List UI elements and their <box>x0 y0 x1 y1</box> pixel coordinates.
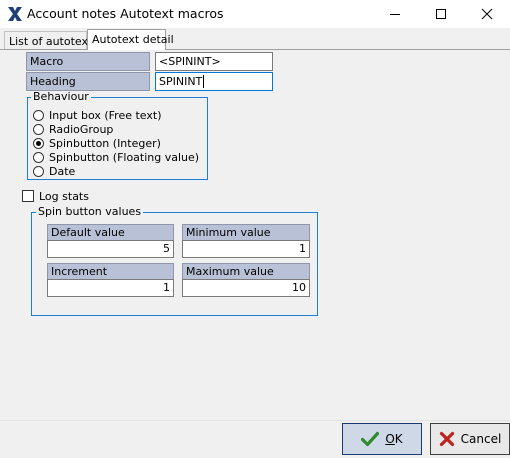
ok-accelerator: O <box>385 432 395 446</box>
increment-label: Increment <box>47 263 174 280</box>
minimum-value-field[interactable]: 1 <box>182 240 310 258</box>
radio-label: RadioGroup <box>49 123 114 136</box>
window-title: Account notes Autotext macros <box>27 6 224 21</box>
ok-label: OK <box>385 432 402 446</box>
behaviour-group-title: Behaviour <box>31 90 91 103</box>
minimize-icon <box>390 14 400 15</box>
maximum-value-field[interactable]: 10 <box>182 279 310 297</box>
radio-label: Spinbutton (Floating value) <box>49 151 200 164</box>
log-stats-checkbox[interactable] <box>22 190 34 202</box>
radio-circle <box>33 124 44 135</box>
increment-field[interactable]: 1 <box>47 279 174 297</box>
macro-label: Macro <box>26 52 150 71</box>
radio-circle <box>33 166 44 177</box>
close-button[interactable] <box>464 0 510 28</box>
ok-label-rest: K <box>394 432 403 446</box>
text-cursor: ​ <box>203 75 205 88</box>
minimum-value-label: Minimum value <box>182 224 310 241</box>
maximum-value-label: Maximum value <box>182 263 310 280</box>
cancel-x-icon <box>439 431 455 447</box>
bottom-divider <box>0 420 510 421</box>
maximize-button[interactable] <box>418 0 464 28</box>
radio-label: Input box (Free text) <box>49 109 162 122</box>
radio-spinbutton-integer[interactable]: Spinbutton (Integer) <box>33 137 161 150</box>
maximize-icon <box>436 9 446 19</box>
close-icon <box>481 8 493 20</box>
radio-circle <box>33 110 44 121</box>
default-value-field[interactable]: 5 <box>47 240 174 258</box>
cancel-button[interactable]: Cancel <box>430 423 510 455</box>
radio-radiogroup[interactable]: RadioGroup <box>33 123 113 136</box>
check-icon <box>361 431 380 447</box>
macro-field[interactable]: <SPININT> <box>155 52 273 71</box>
log-stats-label: Log stats <box>39 190 89 203</box>
app-logo-icon <box>6 5 24 23</box>
cancel-label: Cancel <box>460 432 502 446</box>
tab-label: List of autotexts <box>9 35 99 48</box>
title-bar: Account notes Autotext macros <box>0 0 510 28</box>
radio-label: Spinbutton (Integer) <box>49 137 161 150</box>
radio-spinbutton-floating[interactable]: Spinbutton (Floating value) <box>33 151 199 164</box>
radio-label: Date <box>49 165 76 178</box>
ok-button[interactable]: OK <box>342 423 422 455</box>
tab-list-of-autotexts[interactable]: List of autotexts <box>4 31 98 50</box>
tab-autotext-detail[interactable]: Autotext detail <box>87 29 174 50</box>
radio-date[interactable]: Date <box>33 165 75 178</box>
radio-circle-selected <box>33 138 44 149</box>
radio-input-box[interactable]: Input box (Free text) <box>33 109 162 122</box>
minimize-button[interactable] <box>372 0 418 28</box>
default-value-label: Default value <box>47 224 174 241</box>
radio-circle <box>33 152 44 163</box>
tab-label: Autotext detail <box>92 33 174 46</box>
heading-label: Heading <box>26 72 150 91</box>
tab-divider <box>0 49 510 50</box>
spin-values-group-title: Spin button values <box>36 205 144 218</box>
heading-field[interactable]: SPININT​ <box>155 72 273 91</box>
heading-value: SPININT <box>159 75 203 88</box>
